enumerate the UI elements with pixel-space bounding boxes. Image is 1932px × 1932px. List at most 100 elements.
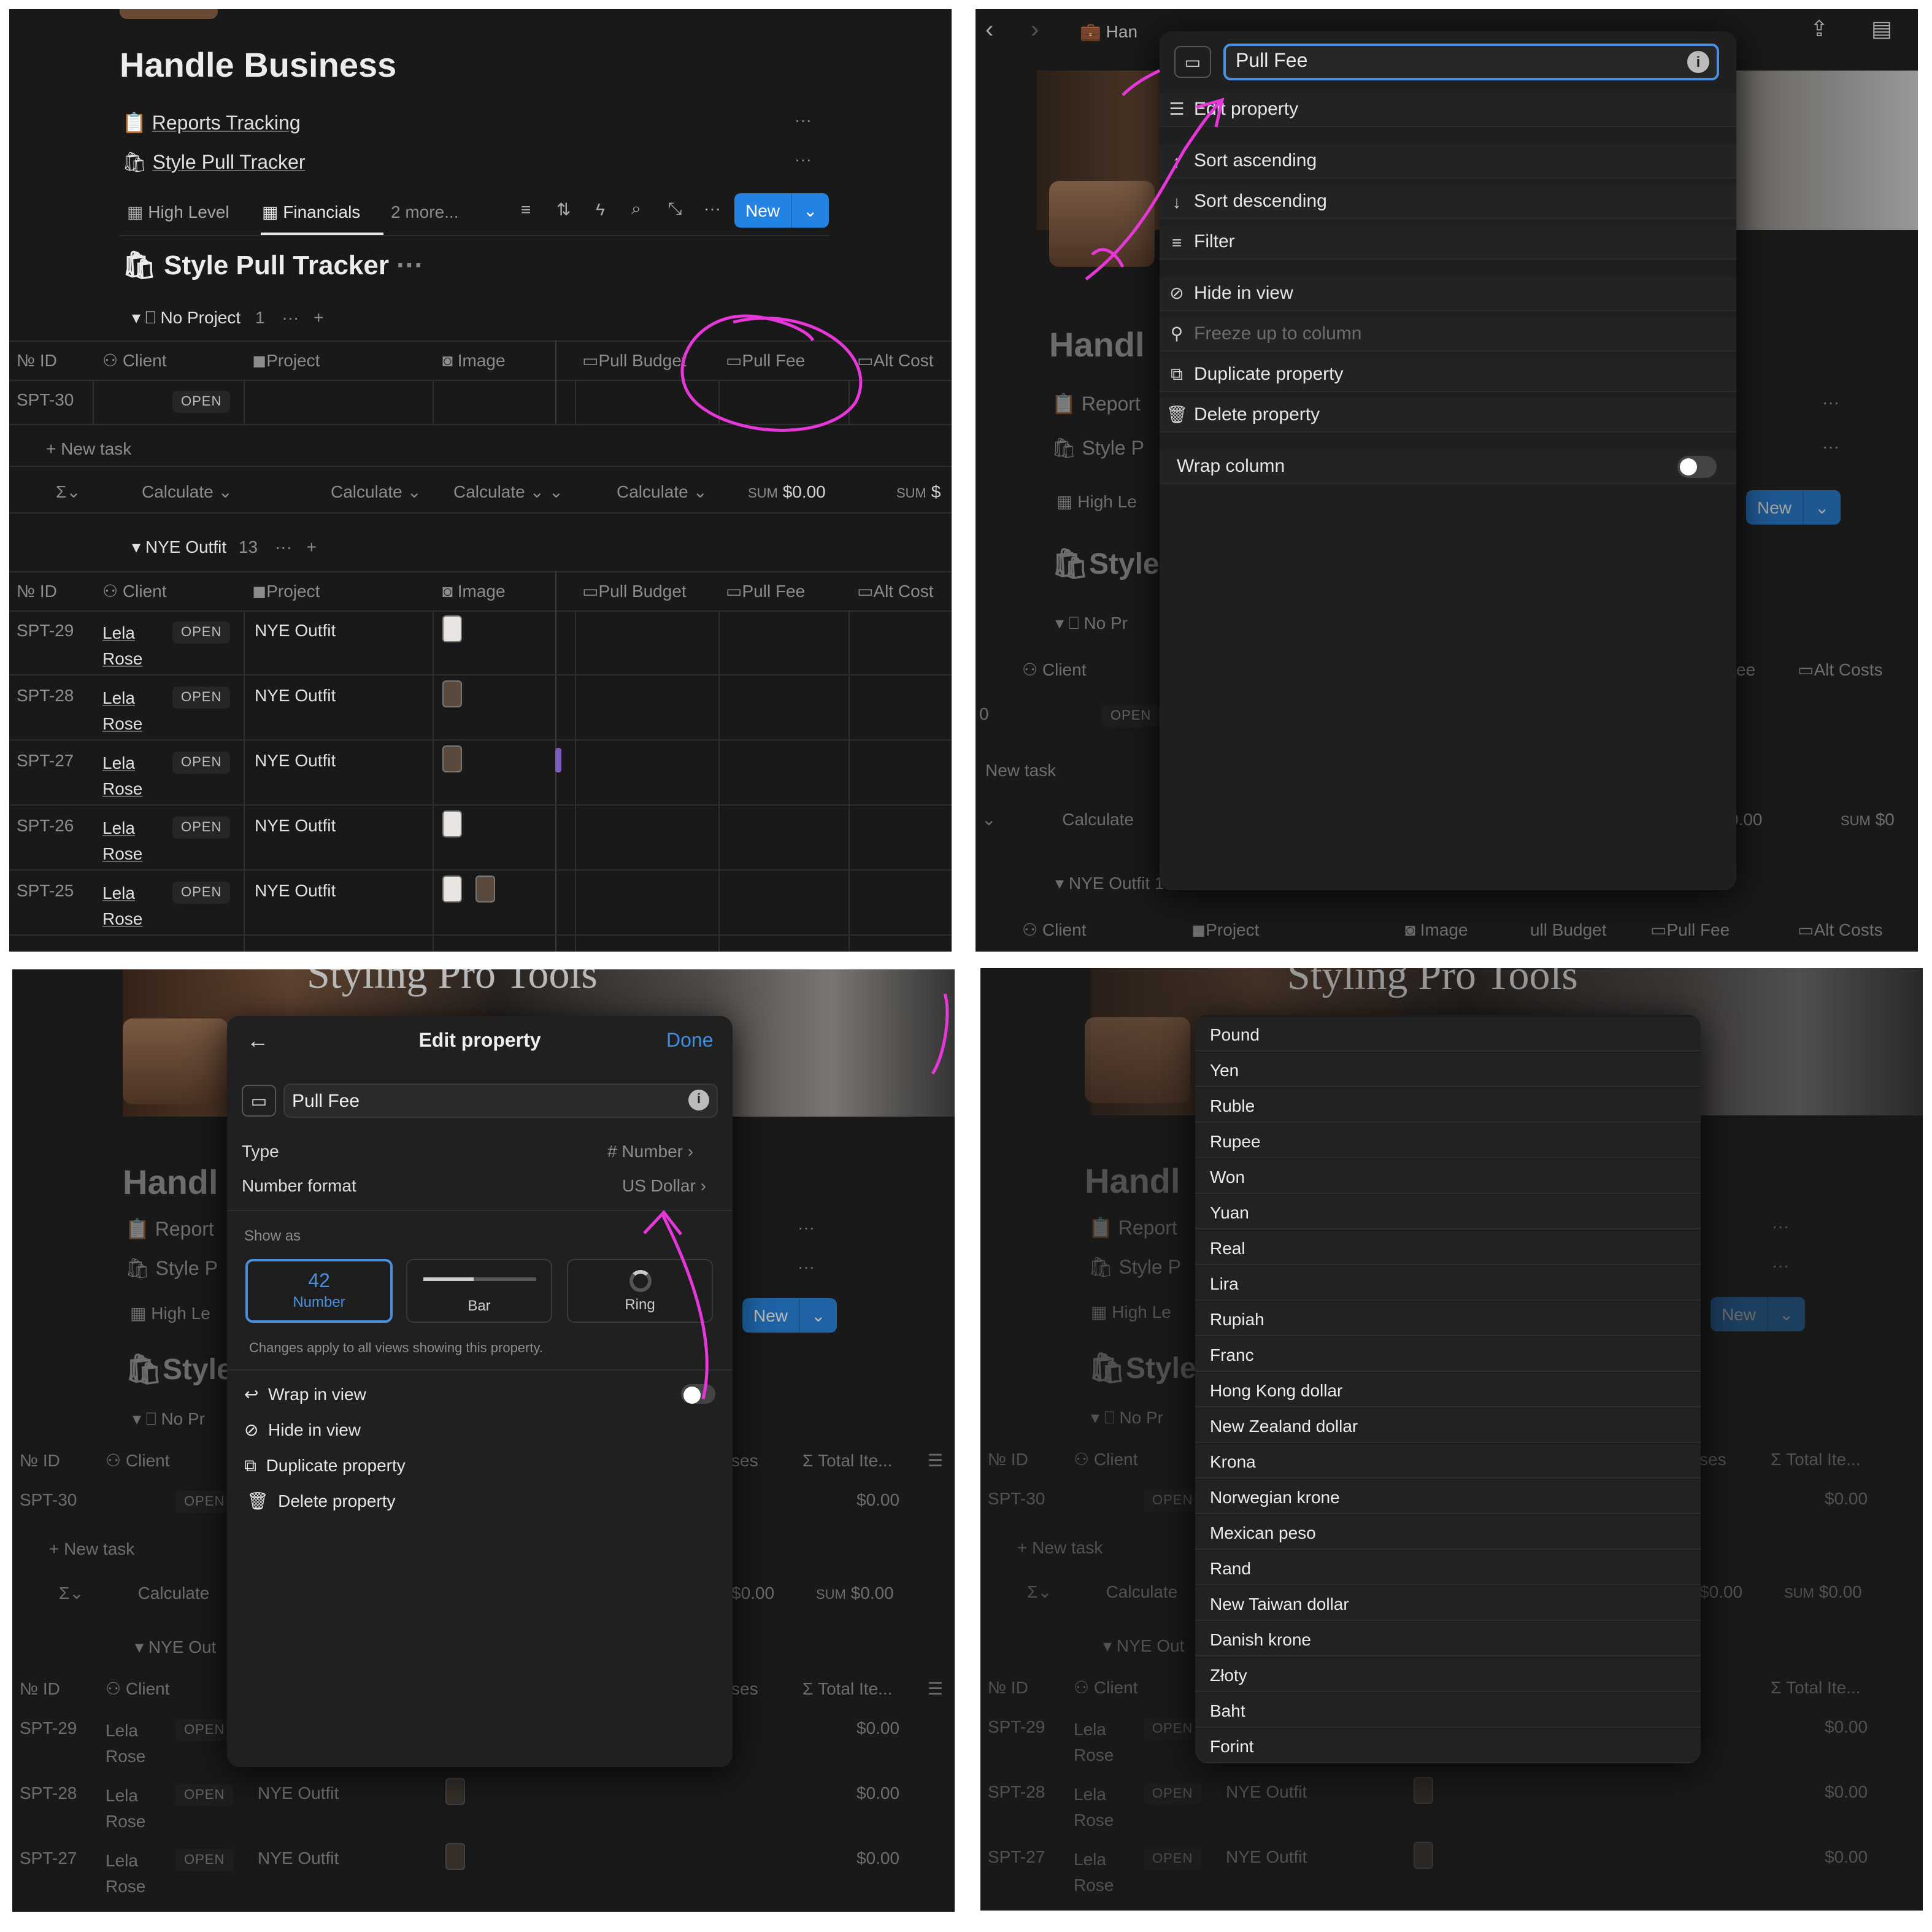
- group-header-nye-outfit[interactable]: ▾ NYE Outfit 13 ··· +: [132, 537, 317, 558]
- column-project[interactable]: ◼Project: [252, 350, 320, 371]
- duplicate-property-item[interactable]: ⧉ Duplicate property: [244, 1455, 406, 1476]
- forward-icon[interactable]: ›: [1031, 17, 1039, 45]
- report-link[interactable]: 📋 Report: [1088, 1216, 1177, 1241]
- new-button[interactable]: New ⌄: [1746, 490, 1841, 525]
- column-pull-fee[interactable]: ▭Pull Fee: [1650, 920, 1730, 941]
- list-icon[interactable]: ☰: [928, 1679, 943, 1699]
- column-total-items[interactable]: Σ Total Ite...: [1771, 1677, 1861, 1697]
- column-alt-costs[interactable]: ▭Alt Costs: [1798, 660, 1883, 680]
- column-alt-cost[interactable]: ▭Alt Cost: [857, 350, 934, 371]
- column-id[interactable]: № ID: [20, 1450, 60, 1470]
- info-icon[interactable]: i: [1687, 51, 1709, 73]
- client-link[interactable]: Lela Rose: [1074, 1847, 1114, 1898]
- sort-descending-item[interactable]: ↓ Sort descending: [1160, 185, 1736, 219]
- project-cell[interactable]: NYE Outfit: [1226, 1847, 1307, 1866]
- currency-option[interactable]: Rupiah: [1195, 1302, 1701, 1336]
- money-icon[interactable]: ▭: [242, 1085, 276, 1117]
- sum-expenses[interactable]: $0.00: [1699, 1582, 1742, 1601]
- outfit-thumbnail[interactable]: [442, 680, 462, 707]
- status-badge[interactable]: OPEN: [172, 752, 231, 774]
- currency-option[interactable]: New Zealand dollar: [1195, 1409, 1701, 1443]
- delete-property-item[interactable]: 🗑 Delete property: [1160, 398, 1736, 433]
- client-link[interactable]: Lela Rose: [102, 620, 142, 672]
- column-image[interactable]: ◙ Image: [1405, 920, 1468, 939]
- money-icon[interactable]: ▭: [1174, 46, 1211, 78]
- more-icon[interactable]: ···: [1772, 1255, 1789, 1275]
- tab-high-level[interactable]: ▦ High Level: [127, 202, 229, 223]
- column-expenses[interactable]: ses: [731, 1450, 758, 1470]
- status-badge[interactable]: OPEN: [175, 1784, 234, 1806]
- client-link[interactable]: Lela Rose: [106, 1783, 145, 1834]
- outfit-thumbnail[interactable]: [445, 1843, 465, 1870]
- property-name-input[interactable]: Pull Fee: [283, 1083, 718, 1118]
- more-icon[interactable]: ···: [798, 1257, 815, 1276]
- more-icon[interactable]: ···: [1822, 392, 1839, 412]
- currency-option[interactable]: Real: [1195, 1231, 1701, 1265]
- tab-financials[interactable]: ▦ Financials: [262, 202, 360, 223]
- calculate-dropdown[interactable]: ⌄ Calculate: [982, 809, 1134, 830]
- column-image[interactable]: ◙ Image: [442, 350, 506, 370]
- status-badge[interactable]: OPEN: [172, 882, 231, 904]
- back-icon[interactable]: ‹: [985, 17, 993, 45]
- type-selector[interactable]: # Number ›: [607, 1141, 693, 1161]
- column-total-items[interactable]: Σ Total Ite...: [802, 1450, 893, 1470]
- column-pull-fee[interactable]: ▭Pull Fee: [726, 581, 805, 602]
- project-cell[interactable]: NYE Outfit: [255, 685, 336, 705]
- more-icon[interactable]: ···: [704, 198, 721, 218]
- wrap-in-view-item[interactable]: ↩ Wrap in view: [244, 1384, 366, 1405]
- client-link[interactable]: Lela Rose: [106, 1848, 145, 1899]
- column-client[interactable]: ⚇ Client: [1074, 1677, 1138, 1698]
- outfit-thumbnail[interactable]: [1414, 1777, 1433, 1804]
- new-button[interactable]: New ⌄: [734, 193, 829, 228]
- currency-option[interactable]: Forint: [1195, 1729, 1701, 1763]
- outfit-thumbnail[interactable]: [442, 745, 462, 772]
- client-link[interactable]: Lela Rose: [102, 815, 142, 867]
- currency-option[interactable]: Ruble: [1195, 1088, 1701, 1123]
- status-badge[interactable]: OPEN: [172, 817, 231, 839]
- group-header-nye-outfit[interactable]: ▾ NYE Out: [1103, 1636, 1184, 1657]
- column-id[interactable]: № ID: [988, 1677, 1028, 1697]
- comments-icon[interactable]: ▤: [1871, 17, 1892, 42]
- status-badge[interactable]: OPEN: [1102, 705, 1160, 727]
- group-header-no-project[interactable]: ▾ ⎕ No Project 1 ··· +: [132, 307, 323, 328]
- property-name-input[interactable]: Pull Fee: [1223, 44, 1719, 80]
- project-cell[interactable]: NYE Outfit: [255, 750, 336, 770]
- new-task-button[interactable]: + New task: [46, 439, 131, 458]
- wrap-column-item[interactable]: Wrap column: [1160, 450, 1736, 484]
- column-id[interactable]: № ID: [988, 1449, 1028, 1469]
- column-client[interactable]: ⚇ Client: [1022, 920, 1087, 941]
- outfit-thumbnail[interactable]: [1414, 1842, 1433, 1869]
- group-header[interactable]: ▾ ⎕ No Pr: [1055, 613, 1128, 634]
- column-client[interactable]: ⚇ Client: [106, 1679, 170, 1699]
- project-cell[interactable]: NYE Outfit: [258, 1783, 339, 1803]
- more-icon[interactable]: ···: [795, 149, 812, 169]
- hide-in-view-item[interactable]: ⊘ Hide in view: [244, 1420, 361, 1441]
- project-cell[interactable]: NYE Outfit: [1226, 1782, 1307, 1801]
- currency-option[interactable]: Hong Kong dollar: [1195, 1373, 1701, 1407]
- report-link[interactable]: 📋 Report: [1052, 392, 1141, 417]
- status-badge[interactable]: OPEN: [1144, 1848, 1202, 1870]
- currency-option[interactable]: Złoty: [1195, 1658, 1701, 1692]
- delete-property-item[interactable]: 🗑 Delete property: [247, 1491, 396, 1512]
- client-link[interactable]: Lela Rose: [1074, 1782, 1114, 1833]
- more-icon[interactable]: ···: [1822, 436, 1839, 456]
- column-client[interactable]: ⚇ Client: [106, 1450, 170, 1471]
- tab-high-level[interactable]: ▦ High Le: [130, 1303, 210, 1324]
- new-task-button[interactable]: + New task: [1017, 1538, 1103, 1557]
- share-icon[interactable]: ⇪: [1810, 17, 1828, 42]
- currency-option[interactable]: Won: [1195, 1160, 1701, 1194]
- automation-icon[interactable]: ϟ: [596, 199, 605, 219]
- column-client[interactable]: ⚇ Client: [1074, 1449, 1138, 1470]
- column-project[interactable]: ◼Project: [1191, 920, 1259, 941]
- column-id[interactable]: № ID: [17, 581, 57, 601]
- project-cell[interactable]: NYE Outfit: [255, 815, 336, 835]
- currency-option[interactable]: Norwegian krone: [1195, 1480, 1701, 1514]
- hide-in-view-item[interactable]: ⊘ Hide in view: [1160, 277, 1736, 311]
- column-pull-fee[interactable]: ▭Pull Fee: [726, 350, 805, 371]
- sum-alt-cost[interactable]: SUM $: [896, 482, 941, 501]
- done-button[interactable]: Done: [666, 1031, 714, 1053]
- style-link[interactable]: 🛍 Style P: [1052, 436, 1144, 461]
- calculate-dropdown[interactable]: Calculate ⌄: [142, 482, 233, 502]
- sort-icon[interactable]: ⇅: [556, 199, 571, 220]
- column-total-items[interactable]: Σ Total Ite...: [1771, 1449, 1861, 1469]
